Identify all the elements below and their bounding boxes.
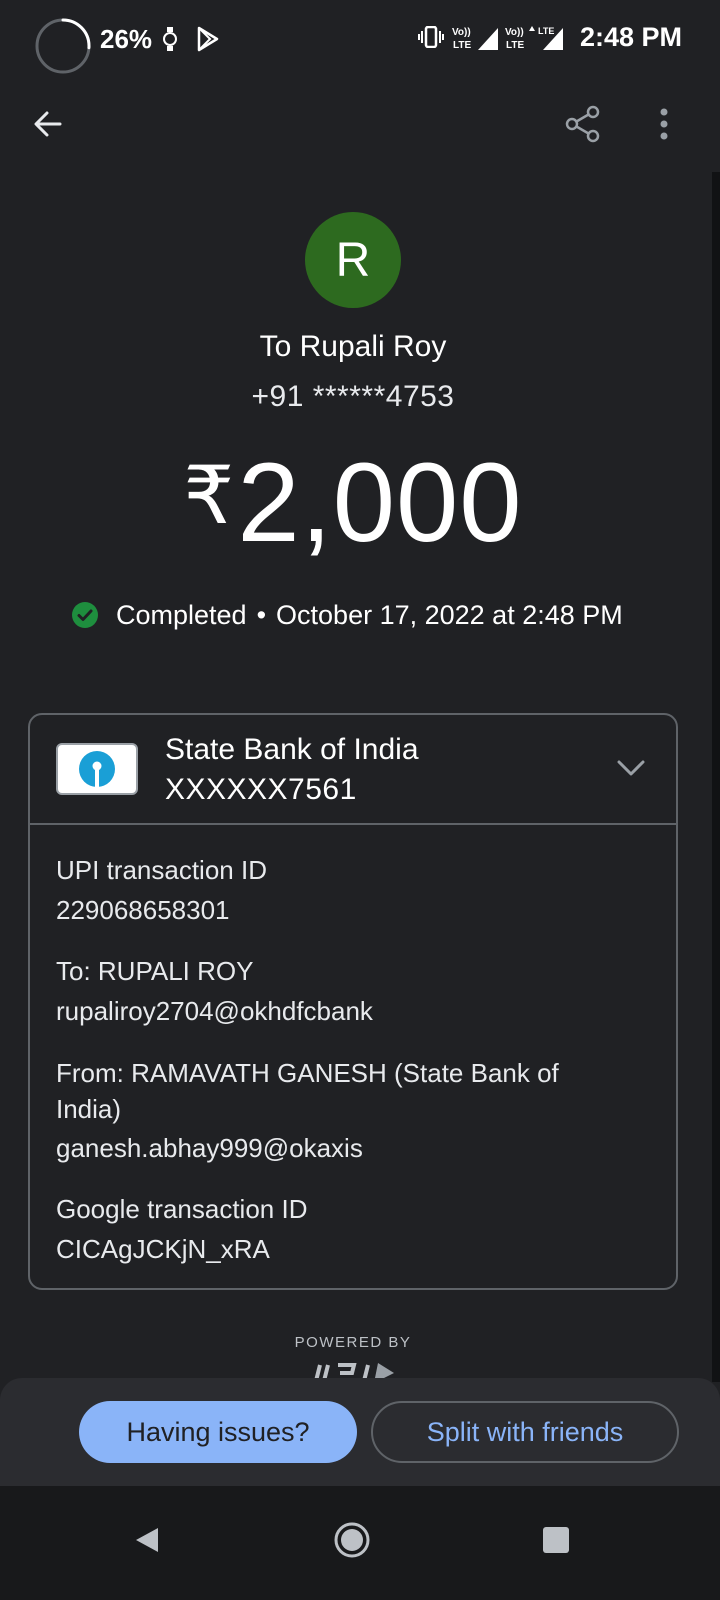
network-volte-1: Vo)) [452,27,471,38]
amount-value: 2,000 [237,440,523,565]
triangle-back-icon [136,1528,158,1552]
chevron-down-icon [617,760,645,776]
share-icon [565,105,600,143]
sbi-logo-icon [67,748,127,790]
nav-back-button[interactable] [115,1508,179,1572]
expand-bank-button[interactable] [614,751,648,785]
check-circle-icon [72,602,98,628]
clock: 2:48 PM [579,22,682,52]
bank-account-number: XXXXXX7561 [165,773,357,806]
signal-sim2-icon: Vo)) LTE LTE [505,26,563,51]
play-store-icon [197,26,219,52]
square-recents-icon [543,1527,569,1553]
avatar: R [305,212,401,308]
recipient-phone: +91 ******4753 [251,380,455,413]
circle-home-icon [334,1522,370,1558]
status-label: Completed [116,599,247,630]
battery-ring-icon [35,18,91,74]
bottom-action-sheet: Having issues? Split with friends [0,1378,720,1486]
google-transaction-id-label: Google transaction ID [56,1194,308,1224]
bank-logo [56,743,138,795]
amount: ₹2,000 [0,438,706,567]
vibrate-icon [418,26,444,48]
network-lte-1: LTE [453,40,471,51]
to-upi-id: rupaliroy2704@okhdfcbank [56,996,373,1026]
google-transaction-id-value: CICAgJCKjN_xRA [56,1234,270,1264]
status-separator: • [256,599,267,630]
upi-transaction-id-label: UPI transaction ID [56,855,267,885]
transaction-status: Completed • October 17, 2022 at 2:48 PM [72,598,623,632]
upi-logo [314,1361,398,1379]
to-label: To: RUPALI ROY [56,956,254,986]
upi-transaction-id-value: 229068658301 [56,895,230,925]
upi-logo-icon [314,1363,394,1379]
transaction-details-card: State Bank of India XXXXXX7561 UPI trans… [28,713,678,1290]
back-button[interactable] [20,96,76,152]
more-options-button[interactable] [636,96,692,152]
bank-name: State Bank of India [165,733,419,766]
from-label-line2: India) [56,1094,122,1124]
from-label-line1: From: RAMAVATH GANESH (State Bank of [56,1058,559,1088]
nav-home-button[interactable] [320,1508,384,1572]
battery-percent: 26% [100,24,153,54]
recipient-name: To Rupali Roy [259,330,447,363]
card-divider [30,823,676,825]
from-upi-id: ganesh.abhay999@okaxis [56,1133,363,1163]
currency-symbol: ₹ [183,451,236,540]
more-vert-icon [660,108,668,140]
status-bar: 26% Vo)) LTE Vo)) LTE LTE 2:48 PM [0,0,720,80]
system-navigation-bar [0,1486,720,1600]
powered-by-label: POWERED BY [294,1334,412,1351]
split-with-friends-button[interactable]: Split with friends [371,1401,679,1463]
signal-sim1-icon: Vo)) LTE [452,27,498,51]
share-button[interactable] [555,96,611,152]
network-lte-3: LTE [538,26,554,36]
network-lte-2: LTE [506,40,524,51]
watch-icon [163,27,177,51]
status-datetime: October 17, 2022 at 2:48 PM [276,599,623,630]
arrow-left-icon [34,111,62,137]
having-issues-button[interactable]: Having issues? [79,1401,357,1463]
scroll-track [712,172,720,1382]
nav-recents-button[interactable] [524,1508,588,1572]
network-volte-2: Vo)) [505,27,524,38]
